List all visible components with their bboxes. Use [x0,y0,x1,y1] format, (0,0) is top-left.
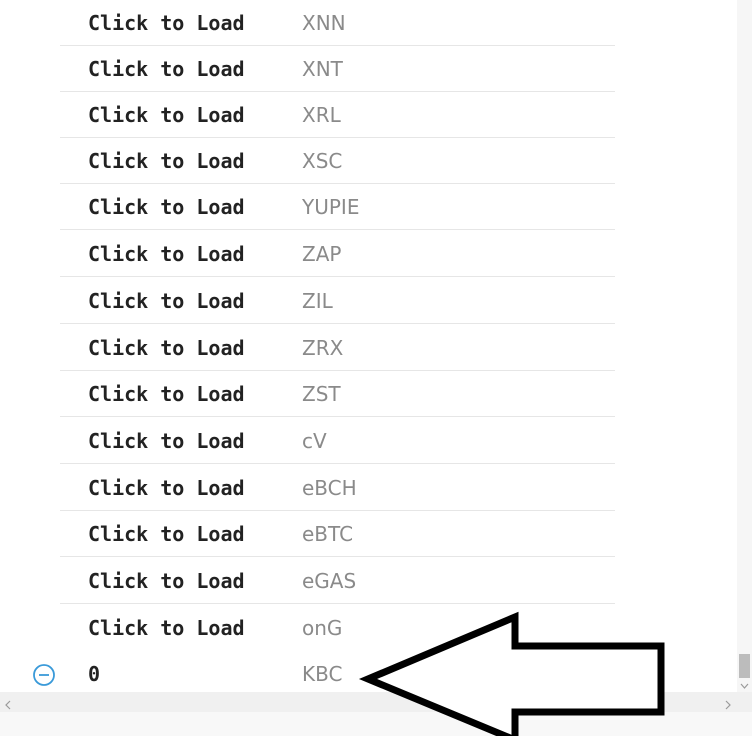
token-symbol: XNT [302,57,343,81]
click-to-load-button[interactable]: Click to Load [88,148,245,174]
token-symbol: eBTC [302,522,354,546]
list-item: Click to Load ZST [0,371,737,417]
window-footer [0,712,752,736]
click-to-load-button[interactable]: Click to Load [88,10,245,36]
token-symbol: XSC [302,149,343,173]
click-to-load-button[interactable]: Click to Load [88,288,245,314]
row-divider [60,323,615,324]
token-symbol: ZIL [302,289,333,313]
scroll-down-icon[interactable] [739,678,750,692]
token-symbol: XRL [302,103,341,127]
list-item: Click to Load XNN [0,0,737,46]
token-symbol: eGAS [302,569,357,593]
row-divider [60,229,615,230]
click-to-load-button[interactable]: Click to Load [88,521,245,547]
token-symbol: ZRX [302,336,344,360]
click-to-load-button[interactable]: Click to Load [88,475,245,501]
scroll-right-icon[interactable] [722,696,734,710]
minus-circle-icon[interactable] [32,663,56,687]
row-divider [60,416,615,417]
click-to-load-button[interactable]: Click to Load [88,335,245,361]
list-item: Click to Load eGAS [0,558,737,604]
list-item: Click to Load eBTC [0,511,737,557]
click-to-load-button[interactable]: Click to Load [88,568,245,594]
click-to-load-button[interactable]: Click to Load [88,381,245,407]
token-symbol: YUPIE [302,195,360,219]
token-symbol: cV [302,429,327,453]
token-symbol: onG [302,616,343,640]
list-item: Click to Load ZAP [0,231,737,277]
list-item-loaded: 0 KBC [0,651,737,692]
vertical-scrollbar[interactable] [737,0,752,692]
list-item: Click to Load XRL [0,92,737,138]
list-item: Click to Load ZIL [0,278,737,324]
row-divider [60,463,615,464]
click-to-load-button[interactable]: Click to Load [88,428,245,454]
row-divider [60,603,615,604]
horizontal-scrollbar[interactable] [0,692,752,712]
list-item: Click to Load cV [0,418,737,464]
list-item: Click to Load ZRX [0,325,737,371]
token-list: Click to Load XNN Click to Load XNT Clic… [0,0,737,692]
row-divider [60,556,615,557]
click-to-load-button[interactable]: Click to Load [88,194,245,220]
click-to-load-button[interactable]: Click to Load [88,241,245,267]
list-item: Click to Load YUPIE [0,184,737,230]
token-symbol: ZAP [302,242,342,266]
scrollbar-thumb[interactable] [739,654,750,678]
click-to-load-button[interactable]: Click to Load [88,615,245,641]
list-item: Click to Load XNT [0,46,737,92]
token-balance: 0 [88,662,101,686]
token-symbol: eBCH [302,476,357,500]
click-to-load-button[interactable]: Click to Load [88,56,245,82]
click-to-load-button[interactable]: Click to Load [88,102,245,128]
token-symbol: ZST [302,382,341,406]
row-divider [60,276,615,277]
list-item: Click to Load XSC [0,138,737,184]
list-item: Click to Load onG [0,605,737,651]
token-symbol: KBC [302,662,343,686]
scroll-left-icon[interactable] [2,696,14,710]
list-item: Click to Load eBCH [0,465,737,511]
token-symbol: XNN [302,11,346,35]
